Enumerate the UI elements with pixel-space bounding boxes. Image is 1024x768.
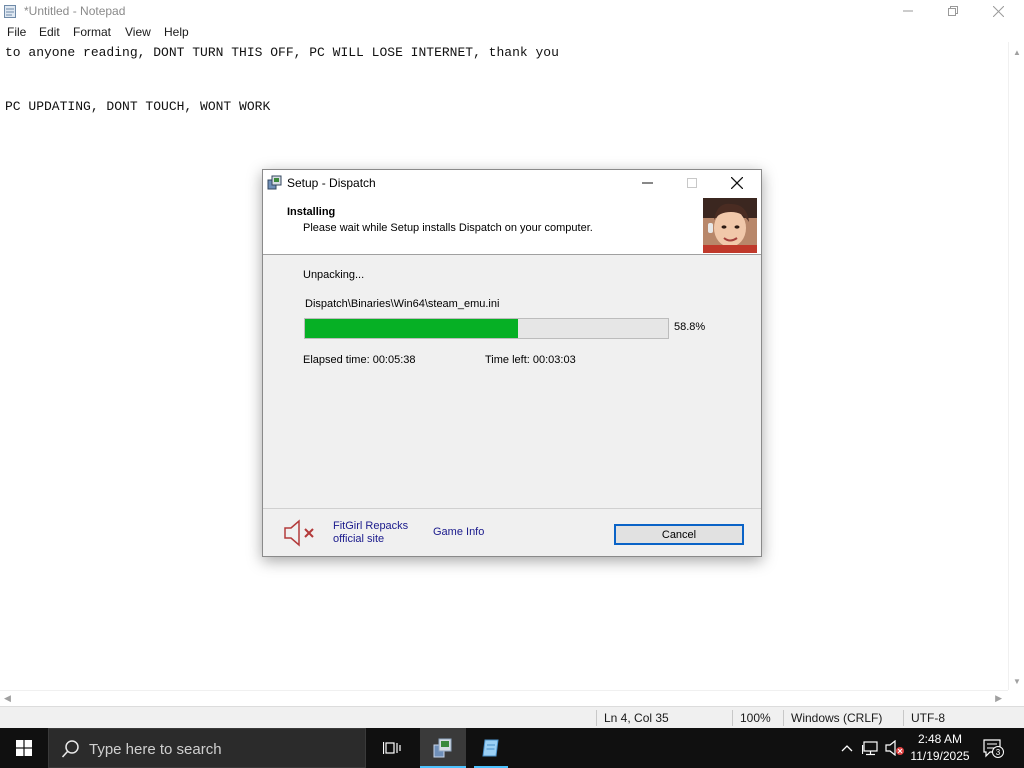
task-view-icon [383, 742, 401, 754]
search-placeholder: Type here to search [89, 741, 222, 758]
notepad-title-bar[interactable]: *Untitled - Notepad [0, 0, 1024, 22]
text-line: PC UPDATING, DONT TOUCH, WONT WORK [5, 99, 271, 114]
setup-minimize-button[interactable] [624, 170, 670, 196]
search-icon [61, 740, 79, 758]
start-button[interactable] [0, 728, 48, 768]
close-icon [992, 5, 1004, 17]
sound-muted-icon[interactable] [283, 519, 317, 547]
status-divider [732, 710, 733, 726]
taskbar-setup-app[interactable] [420, 728, 466, 768]
menu-help[interactable]: Help [164, 25, 189, 39]
cancel-button[interactable]: Cancel [614, 524, 744, 545]
minimize-button[interactable] [886, 0, 930, 22]
clock-time: 2:48 AM [917, 732, 963, 746]
system-clock[interactable]: 2:48 AM 11/19/2025 [905, 731, 975, 765]
windows-logo-icon [16, 740, 32, 756]
setup-close-button[interactable] [714, 170, 760, 196]
notification-icon: 3 [983, 739, 1004, 758]
notification-count: 3 [996, 748, 1001, 757]
network-button[interactable] [860, 728, 882, 768]
close-icon [731, 177, 743, 189]
notepad-app-icon [4, 5, 16, 18]
fitgirl-site-link-line1: FitGirl Repacks [333, 520, 409, 532]
status-divider [596, 710, 597, 726]
notepad-app-icon [482, 739, 499, 757]
taskbar-search-box[interactable]: Type here to search [48, 728, 366, 768]
encoding: UTF-8 [911, 711, 945, 725]
task-view-button[interactable] [369, 728, 415, 768]
time-left: Time left: 00:03:03 [485, 354, 576, 366]
zoom-level: 100% [740, 711, 771, 725]
fitgirl-site-link-line2: official site [333, 533, 385, 545]
menu-file[interactable]: File [7, 25, 26, 39]
setup-body: Unpacking... Dispatch\Binaries\Win64\ste… [263, 255, 761, 508]
taskbar: Type here to search 2:48 AM 11/19/2025 3 [0, 728, 1024, 768]
restore-icon [948, 6, 958, 16]
clock-date: 11/19/2025 [910, 749, 970, 763]
menu-view[interactable]: View [125, 25, 151, 39]
setup-app-icon [433, 738, 452, 758]
notification-center-button[interactable]: 3 [978, 728, 1008, 768]
setup-title-bar[interactable]: Setup - Dispatch [263, 170, 761, 196]
restore-button[interactable] [931, 0, 975, 22]
fitgirl-site-link[interactable]: FitGirl Repacks official site [333, 520, 408, 546]
close-button[interactable] [976, 0, 1020, 22]
progress-fill [305, 319, 519, 338]
volume-muted-icon [885, 740, 904, 756]
wizard-image [703, 198, 757, 253]
volume-button[interactable] [884, 728, 906, 768]
status-divider [903, 710, 904, 726]
menu-bar: File Edit Format View Help [0, 22, 1024, 42]
progress-percent: 58.8% [674, 321, 706, 333]
menu-edit[interactable]: Edit [39, 25, 60, 39]
setup-app-icon [267, 175, 282, 190]
show-hidden-icons-button[interactable] [836, 728, 858, 768]
setup-maximize-button [669, 170, 715, 196]
status-text: Unpacking... [303, 269, 365, 281]
cursor-position: Ln 4, Col 35 [604, 711, 669, 725]
game-info-link[interactable]: Game Info [433, 526, 484, 539]
installing-heading: Installing [287, 206, 336, 218]
line-ending: Windows (CRLF) [791, 711, 883, 725]
progress-bar [304, 318, 669, 339]
setup-footer: FitGirl Repacks official site Game Info … [263, 508, 761, 557]
minimize-icon [903, 10, 913, 12]
notepad-title: *Untitled - Notepad [24, 4, 126, 18]
setup-title: Setup - Dispatch [287, 176, 376, 190]
maximize-icon [687, 178, 697, 188]
installing-subheading: Please wait while Setup installs Dispatc… [303, 222, 593, 234]
scroll-right-icon[interactable]: ▶ [995, 693, 1002, 704]
current-file: Dispatch\Binaries\Win64\steam_emu.ini [305, 298, 500, 310]
scroll-down-icon[interactable]: ▼ [1013, 677, 1021, 686]
elapsed-time: Elapsed time: 00:05:38 [303, 354, 416, 366]
taskbar-notepad-app[interactable] [468, 728, 514, 768]
horizontal-scrollbar[interactable]: ◀ ▶ [0, 690, 1008, 707]
scroll-up-icon[interactable]: ▲ [1013, 48, 1021, 57]
minimize-icon [641, 182, 653, 184]
vertical-scrollbar[interactable]: ▲ ▼ [1008, 42, 1024, 690]
chevron-up-icon [841, 745, 853, 752]
network-icon [862, 741, 878, 756]
setup-dialog: Setup - Dispatch Installing Please wait … [262, 169, 762, 557]
text-line: to anyone reading, DONT TURN THIS OFF, P… [5, 45, 559, 60]
setup-header: Installing Please wait while Setup insta… [263, 196, 761, 255]
scroll-left-icon[interactable]: ◀ [4, 693, 11, 704]
menu-format[interactable]: Format [73, 25, 111, 39]
status-bar: Ln 4, Col 35 100% Windows (CRLF) UTF-8 [0, 706, 1024, 729]
status-divider [783, 710, 784, 726]
